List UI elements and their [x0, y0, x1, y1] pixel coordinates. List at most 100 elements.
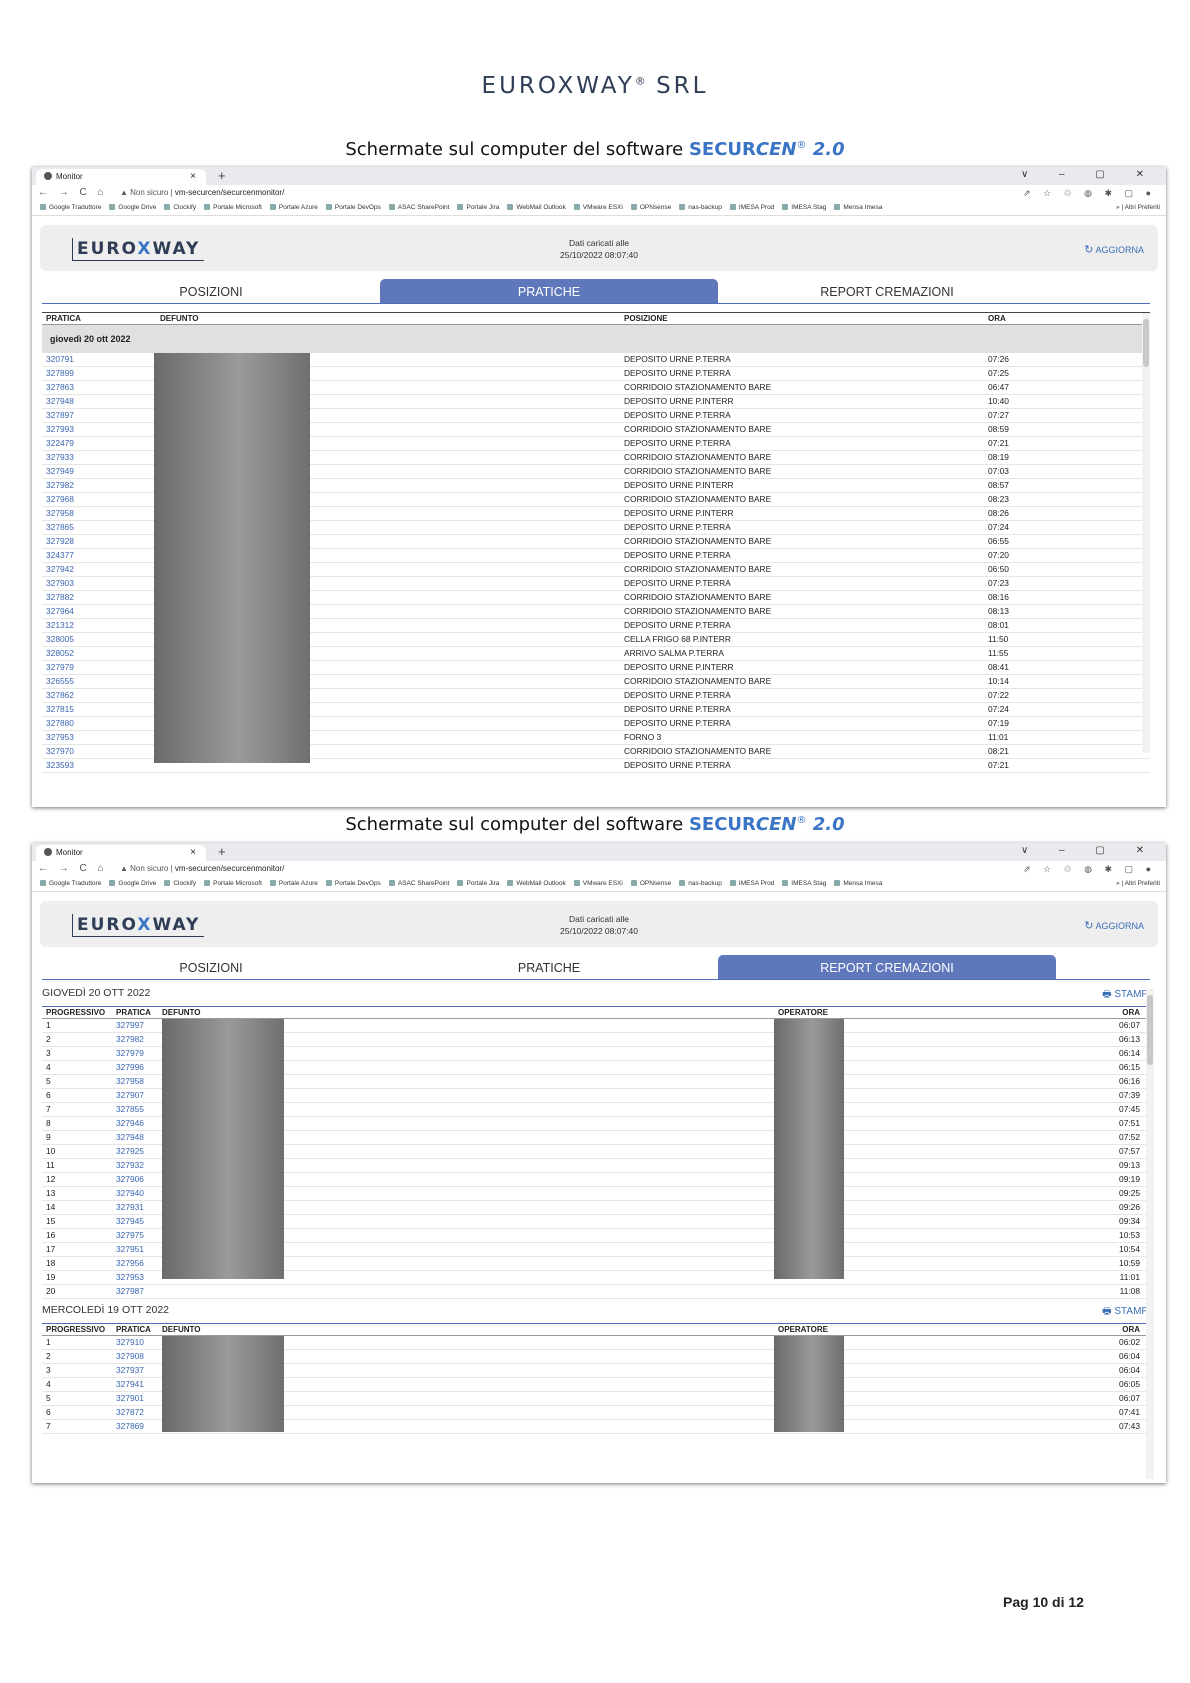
- url-field[interactable]: ▲ Non sicuro | vm-securcen/securcenmonit…: [120, 861, 284, 877]
- bookmark-item[interactable]: IMESA Prod: [730, 201, 774, 215]
- bookmark-item[interactable]: ASAC SharePoint: [389, 201, 450, 215]
- bookmark-item[interactable]: Google Traduttore: [40, 201, 101, 215]
- tab-posizioni[interactable]: POSIZIONI: [42, 955, 380, 979]
- browser-toolbar-icons[interactable]: ⇗ ☆ ♲ ◍ ✱ ▢ ●: [1023, 861, 1156, 877]
- bookmark-item[interactable]: IMESA Stag: [782, 201, 826, 215]
- pratica-link[interactable]: 327940: [116, 1187, 144, 1200]
- refresh-button[interactable]: ↻ AGGIORNA: [1084, 243, 1144, 256]
- pratica-link[interactable]: 327882: [46, 591, 74, 604]
- pratica-link[interactable]: 327897: [46, 409, 74, 422]
- pratica-link[interactable]: 327906: [116, 1173, 144, 1186]
- bookmark-item[interactable]: VMware ESXi: [574, 201, 623, 215]
- pratica-link[interactable]: 327942: [46, 563, 74, 576]
- close-tab-icon[interactable]: ×: [190, 169, 196, 185]
- pratica-link[interactable]: 327933: [46, 451, 74, 464]
- pratica-link[interactable]: 327997: [116, 1019, 144, 1032]
- pratica-link[interactable]: 328005: [46, 633, 74, 646]
- tab-pratiche[interactable]: PRATICHE: [380, 955, 718, 979]
- window-controls[interactable]: ∨ – ▢ ✕: [1021, 845, 1158, 856]
- pratica-link[interactable]: 327953: [116, 1271, 144, 1284]
- pratica-link[interactable]: 327979: [46, 661, 74, 674]
- bookmark-item[interactable]: nas-backup: [679, 877, 722, 891]
- tab-report-cremazioni[interactable]: REPORT CREMAZIONI: [718, 279, 1056, 303]
- bookmark-item[interactable]: Portale Azure: [270, 201, 318, 215]
- bookmark-item[interactable]: OPNsense: [631, 201, 671, 215]
- pratica-link[interactable]: 327907: [116, 1089, 144, 1102]
- pratica-link[interactable]: 327968: [46, 493, 74, 506]
- pratica-link[interactable]: 327975: [116, 1229, 144, 1242]
- pratica-link[interactable]: 327932: [116, 1159, 144, 1172]
- pratica-link[interactable]: 327987: [116, 1285, 144, 1298]
- scrollbar[interactable]: [1146, 989, 1154, 1479]
- pratica-link[interactable]: 320791: [46, 353, 74, 366]
- bookmark-item[interactable]: Mensa Imesa: [834, 201, 882, 215]
- bookmark-item[interactable]: Google Traduttore: [40, 877, 101, 891]
- pratica-link[interactable]: 327956: [116, 1257, 144, 1270]
- pratica-link[interactable]: 327901: [116, 1392, 144, 1405]
- pratica-link[interactable]: 327949: [46, 465, 74, 478]
- pratica-link[interactable]: 327948: [46, 395, 74, 408]
- pratica-link[interactable]: 327865: [46, 521, 74, 534]
- pratica-link[interactable]: 327880: [46, 717, 74, 730]
- bookmark-item[interactable]: Portale Azure: [270, 877, 318, 891]
- pratica-link[interactable]: 327899: [46, 367, 74, 380]
- pratica-link[interactable]: 324377: [46, 549, 74, 562]
- refresh-button[interactable]: ↻ AGGIORNA: [1084, 919, 1144, 932]
- pratica-link[interactable]: 327982: [116, 1033, 144, 1046]
- bookmark-item[interactable]: IMESA Stag: [782, 877, 826, 891]
- other-bookmarks[interactable]: » | Altri Preferiti: [1116, 201, 1160, 215]
- pratica-link[interactable]: 327862: [46, 689, 74, 702]
- bookmark-item[interactable]: VMware ESXi: [574, 877, 623, 891]
- nav-buttons[interactable]: ← → C ⌂: [38, 185, 108, 201]
- pratica-link[interactable]: 327815: [46, 703, 74, 716]
- bookmark-item[interactable]: nas-backup: [679, 201, 722, 215]
- bookmark-item[interactable]: Clockify: [164, 201, 196, 215]
- pratica-link[interactable]: 327937: [116, 1364, 144, 1377]
- tab-posizioni[interactable]: POSIZIONI: [42, 279, 380, 303]
- bookmark-item[interactable]: Mensa Imesa: [834, 877, 882, 891]
- pratica-link[interactable]: 323593: [46, 759, 74, 772]
- pratica-link[interactable]: 327945: [116, 1215, 144, 1228]
- pratica-link[interactable]: 327928: [46, 535, 74, 548]
- other-bookmarks[interactable]: » | Altri Preferiti: [1116, 877, 1160, 891]
- pratica-link[interactable]: 327979: [116, 1047, 144, 1060]
- pratica-link[interactable]: 327964: [46, 605, 74, 618]
- pratica-link[interactable]: 327951: [116, 1243, 144, 1256]
- scrollbar[interactable]: [1142, 313, 1150, 753]
- new-tab-icon[interactable]: +: [218, 844, 226, 859]
- pratica-link[interactable]: 327970: [46, 745, 74, 758]
- pratica-link[interactable]: 327953: [46, 731, 74, 744]
- pratica-link[interactable]: 328052: [46, 647, 74, 660]
- pratica-link[interactable]: 327903: [46, 577, 74, 590]
- pratica-link[interactable]: 327993: [46, 423, 74, 436]
- tab-pratiche[interactable]: PRATICHE: [380, 279, 718, 303]
- pratica-link[interactable]: 327996: [116, 1061, 144, 1074]
- browser-tab[interactable]: Monitor ×: [36, 169, 206, 185]
- pratica-link[interactable]: 327982: [46, 479, 74, 492]
- pratica-link[interactable]: 327946: [116, 1117, 144, 1130]
- browser-tab[interactable]: Monitor ×: [36, 845, 206, 861]
- pratica-link[interactable]: 327958: [116, 1075, 144, 1088]
- pratica-link[interactable]: 327863: [46, 381, 74, 394]
- pratica-link[interactable]: 327908: [116, 1350, 144, 1363]
- pratica-link[interactable]: 327931: [116, 1201, 144, 1214]
- bookmark-item[interactable]: WebMail Outlook: [507, 201, 565, 215]
- pratica-link[interactable]: 327869: [116, 1420, 144, 1433]
- tab-report-cremazioni[interactable]: REPORT CREMAZIONI: [718, 955, 1056, 979]
- bookmark-item[interactable]: Portale DevOps: [326, 877, 381, 891]
- window-controls[interactable]: ∨ – ▢ ✕: [1021, 169, 1158, 180]
- bookmark-item[interactable]: Portale DevOps: [326, 201, 381, 215]
- bookmark-item[interactable]: Portale Jira: [457, 877, 499, 891]
- pratica-link[interactable]: 327855: [116, 1103, 144, 1116]
- bookmark-item[interactable]: Portale Microsoft: [204, 201, 262, 215]
- pratica-link[interactable]: 322479: [46, 437, 74, 450]
- bookmark-item[interactable]: Google Drive: [109, 201, 156, 215]
- pratica-link[interactable]: 327872: [116, 1406, 144, 1419]
- nav-buttons[interactable]: ← → C ⌂: [38, 861, 108, 877]
- bookmark-item[interactable]: Clockify: [164, 877, 196, 891]
- bookmark-item[interactable]: Portale Jira: [457, 201, 499, 215]
- pratica-link[interactable]: 327910: [116, 1336, 144, 1349]
- new-tab-icon[interactable]: +: [218, 168, 226, 183]
- pratica-link[interactable]: 321312: [46, 619, 74, 632]
- pratica-link[interactable]: 327941: [116, 1378, 144, 1391]
